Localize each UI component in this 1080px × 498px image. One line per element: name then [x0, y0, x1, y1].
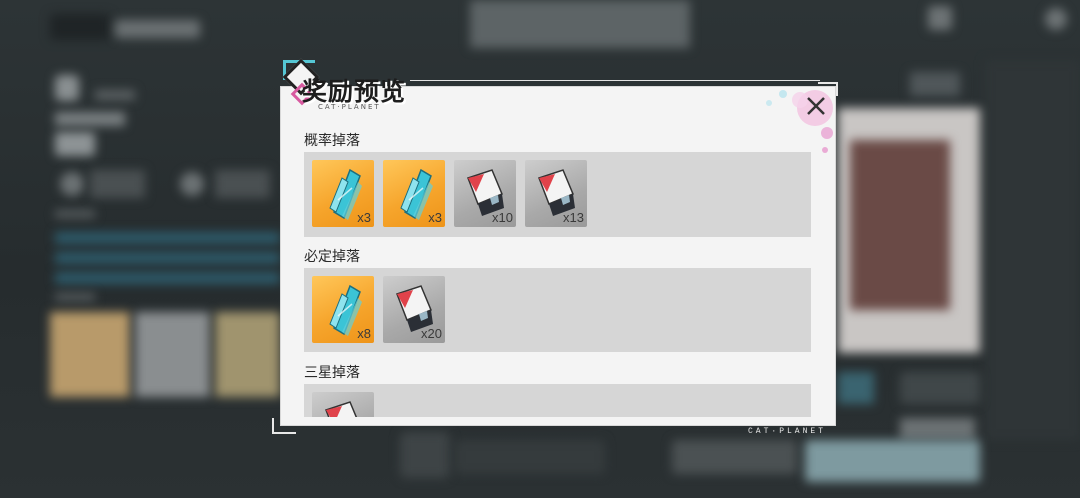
bg-button — [910, 72, 960, 96]
bg-chip — [90, 170, 145, 198]
bg-button — [900, 418, 975, 440]
section-label-guaranteed: 必定掉落 — [304, 246, 370, 271]
reward-preview-dialog — [281, 87, 835, 425]
item-count: x3 — [357, 210, 371, 225]
bg-button — [900, 372, 980, 404]
bg-card — [215, 312, 280, 397]
red-shard-icon — [325, 401, 358, 417]
bg-list-row — [55, 232, 280, 244]
section-label-three-star: 三星掉落 — [304, 362, 370, 387]
drop-panel-guaranteed: x8 x20 — [304, 268, 811, 352]
brand-footer: CAT·PLANET — [748, 427, 827, 436]
bg-circle-icon — [60, 172, 84, 196]
reward-item[interactable]: x10 — [454, 160, 516, 227]
bg-icon — [928, 6, 952, 30]
bg-icon — [1045, 8, 1067, 30]
bg-panel — [985, 60, 1080, 440]
bg-card — [135, 312, 210, 397]
drop-panel-three-star — [304, 384, 811, 417]
reward-item[interactable] — [312, 392, 374, 417]
bg-avatar — [400, 432, 450, 478]
item-count: x20 — [421, 326, 442, 341]
bg-logo — [50, 14, 110, 40]
item-count: x3 — [428, 210, 442, 225]
bg-list-row — [55, 252, 280, 264]
item-row — [304, 384, 811, 417]
bg-heart-icon — [55, 75, 79, 101]
reward-item[interactable]: x13 — [525, 160, 587, 227]
reward-item[interactable]: x8 — [312, 276, 374, 343]
item-count: x8 — [357, 326, 371, 341]
close-icon — [807, 97, 825, 115]
bg-number — [55, 132, 95, 156]
bg-circle-icon — [180, 172, 204, 196]
bg-banner — [470, 0, 690, 48]
item-count: x10 — [492, 210, 513, 225]
reward-item[interactable]: x3 — [312, 160, 374, 227]
bg-button — [455, 440, 605, 474]
bg-text — [95, 90, 135, 100]
section-label-probability: 概率掉落 — [304, 130, 370, 155]
item-count: x13 — [563, 210, 584, 225]
bg-text — [55, 112, 125, 126]
bg-button — [672, 440, 797, 474]
frame-line — [410, 80, 820, 81]
bg-portrait-figure — [850, 140, 950, 310]
reward-item[interactable]: x3 — [383, 160, 445, 227]
close-button[interactable] — [800, 90, 832, 122]
bg-button — [838, 372, 874, 404]
item-row: x8 x20 — [304, 268, 811, 343]
item-row: x3 x3 x10 x13 — [304, 152, 811, 227]
drop-panel-probability: x3 x3 x10 x13 — [304, 152, 811, 237]
bg-chip — [215, 170, 270, 198]
bg-text — [55, 293, 95, 301]
reward-item[interactable]: x20 — [383, 276, 445, 343]
bg-text — [55, 210, 95, 218]
dialog-subtitle: CAT·PLANET — [318, 103, 381, 111]
bg-title — [115, 20, 200, 38]
bg-card — [50, 312, 130, 397]
bg-list-row — [55, 272, 280, 284]
bg-start-button — [805, 440, 980, 482]
